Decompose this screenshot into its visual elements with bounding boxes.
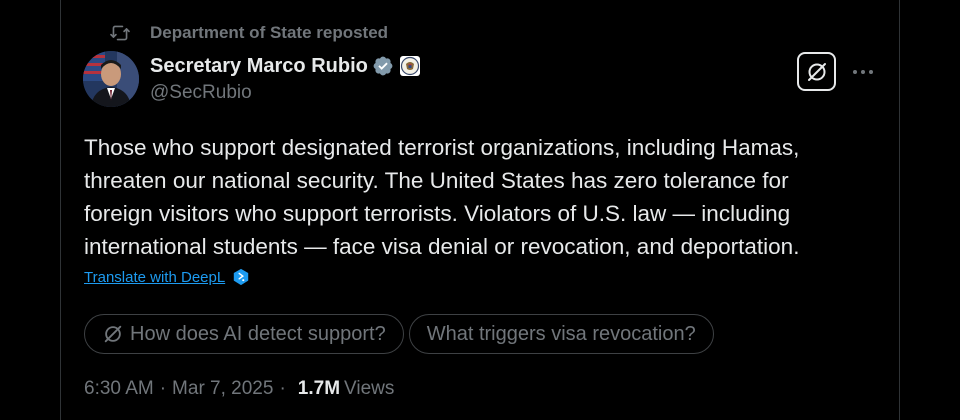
meta-separator: · <box>159 378 167 399</box>
views-count[interactable]: 1.7M <box>298 378 340 400</box>
repost-icon <box>110 24 130 42</box>
suggestion-chips: How does AI detect support? What trigger… <box>84 314 719 354</box>
verified-badge-icon[interactable] <box>372 55 394 77</box>
views-label: Views <box>344 378 395 399</box>
name-row: Secretary Marco Rubio <box>150 53 420 79</box>
grok-icon <box>102 323 124 345</box>
meta-separator: · <box>279 378 286 399</box>
tweet-time[interactable]: 6:30 AM <box>84 378 154 400</box>
tweet-text-line: foreign visitors who support terrorists.… <box>84 201 791 226</box>
tweet-date[interactable]: Mar 7, 2025 <box>172 378 273 400</box>
tweet-header: Secretary Marco Rubio @SecRubio <box>150 53 420 104</box>
more-dots-icon <box>852 69 874 75</box>
translate-row: Translate with DeepL <box>84 268 250 286</box>
avatar[interactable] <box>83 51 139 107</box>
repost-context: Department of State reposted <box>110 23 388 43</box>
chip-label: How does AI detect support? <box>130 322 386 345</box>
more-options-button[interactable] <box>850 60 876 84</box>
deepl-icon[interactable] <box>232 268 250 286</box>
tweet-text: Those who support designated terrorist o… <box>84 131 894 263</box>
tweet-meta: 6:30 AM · Mar 7, 2025 · 1.7M Views <box>84 378 394 400</box>
column-border-right <box>899 0 900 420</box>
display-name[interactable]: Secretary Marco Rubio <box>150 55 368 78</box>
grok-icon <box>805 60 829 84</box>
suggestion-chip-ai-detect[interactable]: How does AI detect support? <box>84 314 404 354</box>
grok-button[interactable] <box>797 52 836 91</box>
repost-label[interactable]: Department of State reposted <box>150 23 388 43</box>
state-department-seal-icon[interactable] <box>399 56 420 76</box>
suggestion-chip-visa-revocation[interactable]: What triggers visa revocation? <box>408 314 714 354</box>
chip-label: What triggers visa revocation? <box>426 322 696 345</box>
handle[interactable]: @SecRubio <box>150 82 420 104</box>
tweet-text-line: Those who support designated terrorist o… <box>84 135 800 160</box>
tweet-text-line: threaten our national security. The Unit… <box>84 168 789 193</box>
translate-link[interactable]: Translate with DeepL <box>84 269 225 286</box>
tweet-text-line: international students — face visa denia… <box>84 234 800 259</box>
column-border-left <box>60 0 61 420</box>
